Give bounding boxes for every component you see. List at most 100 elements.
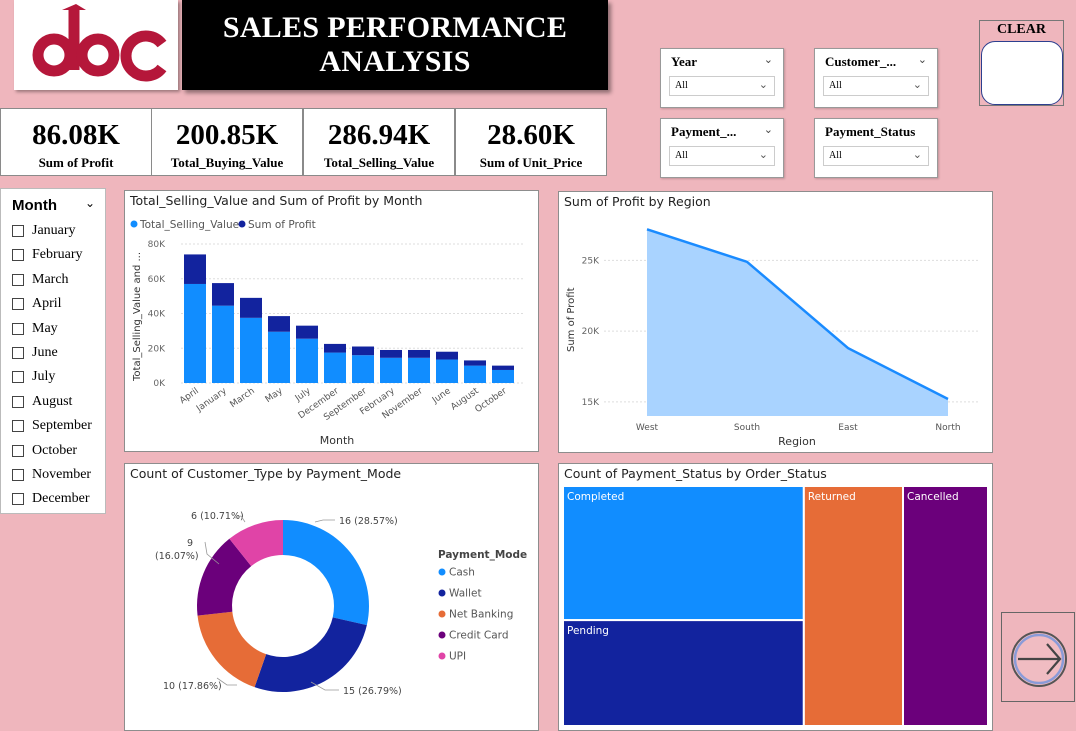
treemap-cell-pending-label: Pending xyxy=(567,625,609,637)
bar-profit-january[interactable] xyxy=(212,283,234,306)
dropdown-value: All xyxy=(829,150,842,161)
bar-profit-october[interactable] xyxy=(492,365,514,370)
data-label-credit-card-count: 9 xyxy=(187,538,193,549)
payment-status-dropdown[interactable]: All ⌄ xyxy=(823,146,929,166)
month-slicer[interactable]: Month ⌄ January February March April May June… xyxy=(0,188,106,514)
bar-profit-april[interactable] xyxy=(184,254,206,284)
checkbox[interactable] xyxy=(12,225,24,237)
title-line-2: ANALYSIS xyxy=(319,45,471,78)
month-option-january[interactable]: January xyxy=(12,223,76,239)
bar-selling-november[interactable] xyxy=(408,357,430,383)
kpi-card-profit: 86.08K Sum of Profit xyxy=(0,108,152,176)
treemap-cell-completed[interactable] xyxy=(562,485,805,622)
checkbox[interactable] xyxy=(12,298,24,311)
bar-profit-march[interactable] xyxy=(240,297,262,318)
month-option-april[interactable]: April xyxy=(12,296,62,312)
year-dropdown[interactable]: All ⌄ xyxy=(669,76,775,96)
month-option-december[interactable]: December xyxy=(12,491,90,507)
x-tick-label-north: North xyxy=(935,423,960,433)
data-label-credit-card-pct: (16.07%) xyxy=(155,551,199,562)
bar-profit-february[interactable] xyxy=(380,349,402,358)
bar-profit-september[interactable] xyxy=(352,346,374,356)
month-label: December xyxy=(32,491,90,507)
payment-mode-slicer[interactable]: Payment_... ⌄ All ⌄ xyxy=(660,118,784,178)
x-tick-label: October xyxy=(473,386,508,415)
checkbox[interactable] xyxy=(12,420,24,433)
month-label: May xyxy=(32,320,58,336)
chevron-down-icon[interactable]: ⌄ xyxy=(85,196,95,210)
checkbox[interactable] xyxy=(12,249,24,262)
checkbox[interactable] xyxy=(12,395,24,408)
month-label: February xyxy=(32,247,83,263)
arrow-right-icon[interactable] xyxy=(1002,613,1076,703)
bar-selling-february[interactable] xyxy=(380,357,402,383)
data-label-net-banking: 10 (17.86%) xyxy=(163,681,222,692)
customer-dropdown[interactable]: All ⌄ xyxy=(823,76,929,96)
month-label: April xyxy=(32,296,62,312)
chevron-down-icon[interactable]: ⌄ xyxy=(764,53,773,66)
bar-profit-june[interactable] xyxy=(436,351,458,360)
clear-button[interactable] xyxy=(981,41,1063,105)
checkbox[interactable] xyxy=(12,371,24,384)
kpi-label: Sum of Profit xyxy=(38,155,114,170)
checkbox[interactable] xyxy=(12,322,24,335)
payment-status-slicer[interactable]: Payment_Status All ⌄ xyxy=(814,118,938,178)
chevron-down-icon[interactable]: ⌄ xyxy=(764,123,773,136)
bar-selling-august[interactable] xyxy=(464,365,486,383)
month-option-july[interactable]: July xyxy=(12,369,55,385)
bar-profit-july[interactable] xyxy=(296,325,318,339)
checkbox[interactable] xyxy=(12,444,24,457)
y-tick-label: 80K xyxy=(148,240,166,250)
donut-slice-cash[interactable] xyxy=(283,520,369,626)
month-option-may[interactable]: May xyxy=(12,321,58,337)
checkbox[interactable] xyxy=(12,273,24,286)
month-option-november[interactable]: November xyxy=(12,467,91,483)
y-tick-label: 15K xyxy=(582,398,600,408)
clear-button-group[interactable]: CLEAR xyxy=(979,20,1064,106)
bar-profit-may[interactable] xyxy=(268,316,290,332)
treemap-cell-returned-label: Returned xyxy=(808,491,856,503)
month-option-june[interactable]: June xyxy=(12,345,58,361)
chevron-down-icon[interactable]: ⌄ xyxy=(913,148,922,161)
bar-profit-august[interactable] xyxy=(464,360,486,366)
bar-selling-july[interactable] xyxy=(296,338,318,383)
bar-selling-march[interactable] xyxy=(240,317,262,383)
treemap-cell-returned[interactable] xyxy=(802,485,904,727)
bar-selling-june[interactable] xyxy=(436,359,458,383)
year-slicer[interactable]: Year ⌄ All ⌄ xyxy=(660,48,784,108)
checkbox[interactable] xyxy=(12,469,24,481)
chevron-down-icon[interactable]: ⌄ xyxy=(913,78,922,91)
checkbox[interactable] xyxy=(12,493,24,506)
bar-selling-october[interactable] xyxy=(492,369,514,383)
bar-selling-january[interactable] xyxy=(212,305,234,383)
donut-slice-net-banking[interactable] xyxy=(197,611,267,688)
kpi-card-selling-value: 286.94K Total_Selling_Value xyxy=(303,108,455,176)
x-tick-label-south: South xyxy=(734,423,760,433)
customer-type-slicer[interactable]: Customer_... ⌄ All ⌄ xyxy=(814,48,938,108)
month-option-september[interactable]: September xyxy=(12,418,92,434)
slicer-title: Year xyxy=(671,54,697,69)
data-label-wallet: 15 (26.79%) xyxy=(343,686,402,697)
checkbox[interactable] xyxy=(12,347,24,359)
legend-label-cash: Cash xyxy=(449,567,475,579)
payment-mode-dropdown[interactable]: All ⌄ xyxy=(669,146,775,166)
bar-profit-november[interactable] xyxy=(408,349,430,358)
bar-selling-september[interactable] xyxy=(352,355,374,383)
chevron-down-icon[interactable]: ⌄ xyxy=(918,53,927,66)
month-option-february[interactable]: February xyxy=(12,247,83,263)
next-page-button[interactable] xyxy=(1001,612,1075,702)
month-option-october[interactable]: October xyxy=(12,443,77,459)
treemap-cell-cancelled[interactable] xyxy=(902,485,989,727)
x-tick-label-west: West xyxy=(636,423,659,433)
donut-slice-wallet[interactable] xyxy=(254,617,367,692)
chevron-down-icon[interactable]: ⌄ xyxy=(759,148,768,161)
bar-selling-december[interactable] xyxy=(324,352,346,383)
slicer-title: Payment_Status xyxy=(825,124,916,139)
bar-selling-april[interactable] xyxy=(184,283,206,383)
month-option-august[interactable]: August xyxy=(12,394,72,410)
chevron-down-icon[interactable]: ⌄ xyxy=(759,78,768,91)
bar-profit-december[interactable] xyxy=(324,343,346,353)
month-option-march[interactable]: March xyxy=(12,272,69,288)
dropdown-value: All xyxy=(675,80,688,91)
bar-selling-may[interactable] xyxy=(268,331,290,383)
